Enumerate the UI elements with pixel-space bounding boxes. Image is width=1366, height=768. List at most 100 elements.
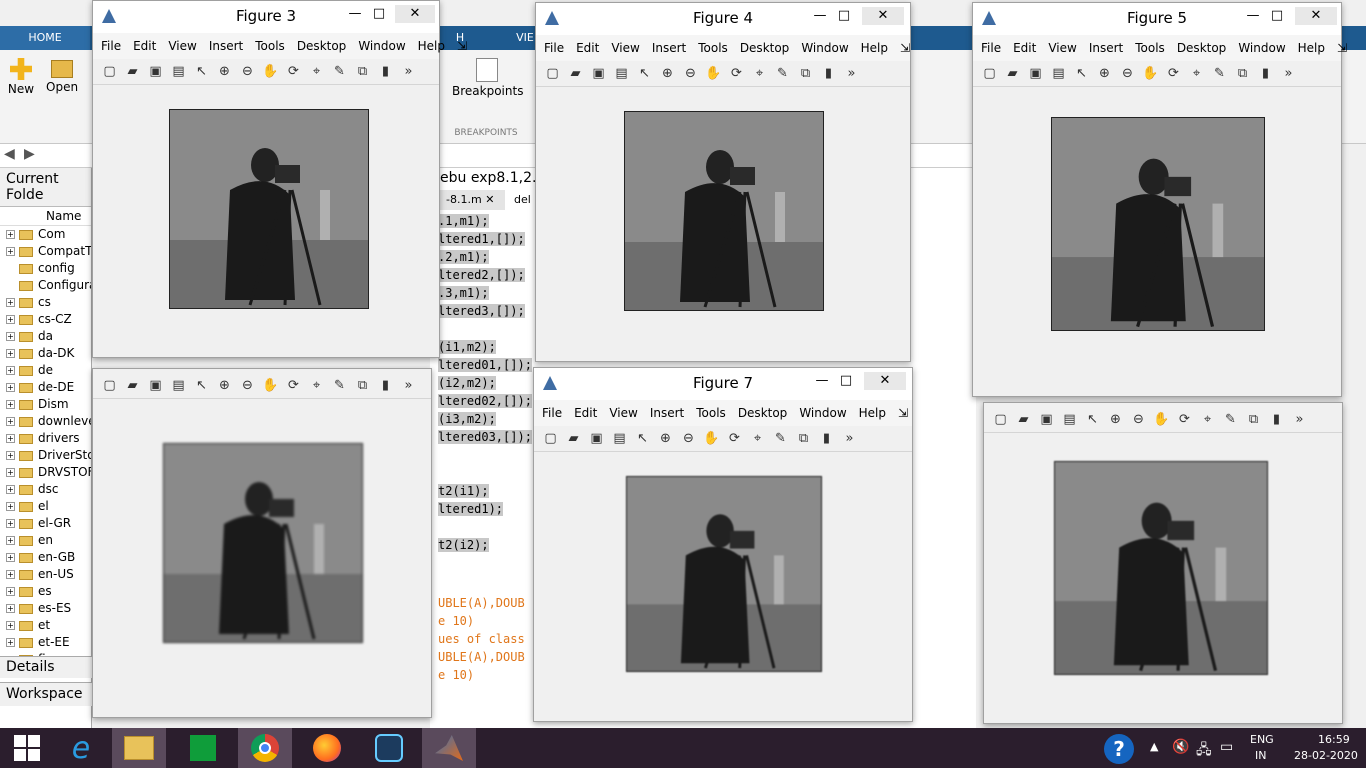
- folder-row[interactable]: + da-DK: [0, 345, 91, 362]
- region-code[interactable]: IN: [1255, 749, 1266, 762]
- volume-muted-icon[interactable]: 🔇: [1172, 739, 1189, 755]
- brush-icon[interactable]: ✎: [772, 431, 789, 447]
- expand-icon[interactable]: +: [6, 485, 15, 494]
- code-line[interactable]: ltered1);: [438, 500, 532, 518]
- title-bar[interactable]: Figure 4 — □ ✕: [536, 3, 910, 35]
- title-bar[interactable]: Figure 3 — □ ✕: [93, 1, 439, 33]
- menu-item-view[interactable]: View: [609, 406, 637, 420]
- folder-row[interactable]: + es-ES: [0, 600, 91, 617]
- help-icon[interactable]: ?: [1104, 734, 1134, 764]
- folder-row[interactable]: + cs-CZ: [0, 311, 91, 328]
- maximize-button[interactable]: □: [832, 372, 860, 390]
- folder-row[interactable]: + et: [0, 617, 91, 634]
- menu-item-desktop[interactable]: Desktop: [740, 41, 790, 55]
- code-line[interactable]: (i1,m2);: [438, 338, 532, 356]
- pan-icon[interactable]: ✋: [703, 431, 720, 447]
- folder-row[interactable]: + de-DE: [0, 379, 91, 396]
- expand-icon[interactable]: +: [6, 366, 15, 375]
- folder-row[interactable]: + DRVSTOF: [0, 464, 91, 481]
- zoom-in-icon[interactable]: ⊕: [659, 66, 676, 82]
- pan-icon[interactable]: ✋: [262, 64, 279, 80]
- menu-item-help[interactable]: Help: [861, 41, 888, 55]
- zoom-out-icon[interactable]: ⊖: [239, 378, 256, 394]
- pan-icon[interactable]: ✋: [1153, 412, 1170, 428]
- folder-row[interactable]: + da: [0, 328, 91, 345]
- folder-row[interactable]: + de: [0, 362, 91, 379]
- back-icon[interactable]: ◀: [4, 146, 15, 162]
- save-icon[interactable]: ▣: [588, 431, 605, 447]
- expand-icon[interactable]: +: [6, 519, 15, 528]
- zoom-in-icon[interactable]: ⊕: [1096, 66, 1113, 82]
- expand-icon[interactable]: +: [6, 621, 15, 630]
- zoom-in-icon[interactable]: ⊕: [216, 378, 233, 394]
- close-tab-icon[interactable]: ✕: [485, 193, 494, 206]
- folder-row[interactable]: config: [0, 260, 91, 277]
- data-cursor-icon[interactable]: ⌖: [1188, 66, 1205, 82]
- expand-icon[interactable]: +: [6, 349, 15, 358]
- zoom-out-icon[interactable]: ⊖: [682, 66, 699, 82]
- open-icon[interactable]: ▰: [1004, 66, 1021, 82]
- menu-item-insert[interactable]: Insert: [1089, 41, 1123, 55]
- expand-icon[interactable]: +: [6, 587, 15, 596]
- expand-icon[interactable]: +: [6, 315, 15, 324]
- taskbar-chrome[interactable]: [238, 728, 292, 768]
- taskbar-matlab[interactable]: [422, 728, 476, 768]
- folder-row[interactable]: + en-GB: [0, 549, 91, 566]
- language-code[interactable]: ENG: [1250, 733, 1274, 746]
- name-column-header[interactable]: Name: [0, 207, 91, 226]
- menu-item-help[interactable]: Help: [418, 39, 445, 53]
- expand-icon[interactable]: +: [6, 400, 15, 409]
- clock-time[interactable]: 16:59: [1318, 733, 1350, 746]
- folder-row[interactable]: + drivers: [0, 430, 91, 447]
- colorbar-icon[interactable]: ▮: [377, 378, 394, 394]
- expand-icon[interactable]: +: [6, 230, 15, 239]
- zoom-in-icon[interactable]: ⊕: [216, 64, 233, 80]
- zoom-in-icon[interactable]: ⊕: [1107, 412, 1124, 428]
- taskbar-firefox[interactable]: [300, 728, 354, 768]
- menu-item-edit[interactable]: Edit: [576, 41, 599, 55]
- expand-icon[interactable]: +: [6, 536, 15, 545]
- code-line[interactable]: (i2,m2);: [438, 374, 532, 392]
- save-icon[interactable]: ▣: [1027, 66, 1044, 82]
- menu-overflow-icon[interactable]: ⇲: [457, 39, 467, 53]
- print-icon[interactable]: ▤: [170, 378, 187, 394]
- expand-icon[interactable]: +: [6, 468, 15, 477]
- folder-row[interactable]: Configura: [0, 277, 91, 294]
- code-line[interactable]: t2(i2);: [438, 536, 532, 554]
- menu-item-file[interactable]: File: [981, 41, 1001, 55]
- code-line[interactable]: [438, 446, 532, 464]
- close-button[interactable]: ✕: [864, 372, 906, 390]
- taskbar-ie[interactable]: e: [54, 728, 108, 768]
- pointer-icon[interactable]: ↖: [193, 64, 210, 80]
- new-figure-icon[interactable]: ▢: [981, 66, 998, 82]
- print-icon[interactable]: ▤: [613, 66, 630, 82]
- expand-icon[interactable]: +: [6, 332, 15, 341]
- code-line[interactable]: [438, 518, 532, 536]
- folder-row[interactable]: + el-GR: [0, 515, 91, 532]
- menu-item-help[interactable]: Help: [859, 406, 886, 420]
- code-line[interactable]: [438, 464, 532, 482]
- folder-row[interactable]: + Dism: [0, 396, 91, 413]
- menu-item-view[interactable]: View: [168, 39, 196, 53]
- forward-icon[interactable]: ▶: [24, 146, 35, 162]
- open-button[interactable]: Open: [46, 58, 78, 94]
- save-icon[interactable]: ▣: [147, 64, 164, 80]
- folder-row[interactable]: + es: [0, 583, 91, 600]
- data-cursor-icon[interactable]: ⌖: [308, 64, 325, 80]
- menu-item-view[interactable]: View: [611, 41, 639, 55]
- menu-item-desktop[interactable]: Desktop: [297, 39, 347, 53]
- menu-item-window[interactable]: Window: [801, 41, 848, 55]
- menu-item-tools[interactable]: Tools: [696, 406, 726, 420]
- expand-icon[interactable]: +: [6, 638, 15, 647]
- zoom-out-icon[interactable]: ⊖: [680, 431, 697, 447]
- expand-icon[interactable]: +: [6, 604, 15, 613]
- print-icon[interactable]: ▤: [1061, 412, 1078, 428]
- maximize-button[interactable]: □: [1263, 7, 1291, 25]
- folder-row[interactable]: + cs: [0, 294, 91, 311]
- menu-item-insert[interactable]: Insert: [650, 406, 684, 420]
- menu-item-tools[interactable]: Tools: [698, 41, 728, 55]
- expand-icon[interactable]: +: [6, 570, 15, 579]
- code-line[interactable]: ltered1,[]);: [438, 230, 532, 248]
- breakpoints-button[interactable]: Breakpoints: [452, 58, 523, 98]
- title-bar[interactable]: Figure 5 — □ ✕: [973, 3, 1341, 35]
